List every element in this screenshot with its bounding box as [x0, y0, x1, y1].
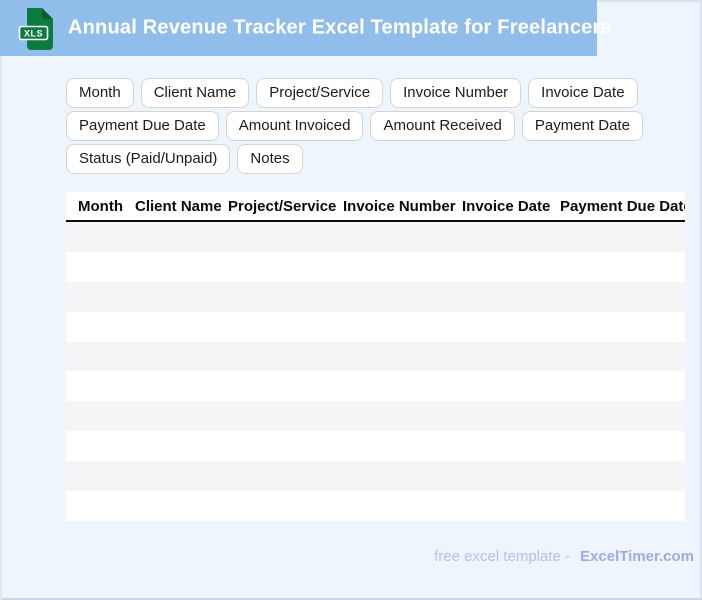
- column-header: Payment Due Date: [560, 197, 685, 215]
- column-header: Invoice Number: [343, 197, 456, 215]
- field-chip[interactable]: Invoice Number: [390, 78, 522, 108]
- field-chip[interactable]: Client Name: [140, 78, 250, 108]
- column-header: Client Name: [135, 197, 222, 215]
- table-row: [66, 341, 685, 372]
- table-row: [66, 401, 685, 432]
- xls-icon-label: XLS: [24, 29, 43, 39]
- table-row: [66, 281, 685, 312]
- table-row: [66, 311, 685, 342]
- spreadsheet-preview: Month Client Name Project/Service Invoice N…: [66, 192, 685, 521]
- brand-link[interactable]: ExcelTimer.com: [580, 548, 694, 565]
- table-row: [66, 431, 685, 462]
- field-chip[interactable]: Amount Invoiced: [225, 111, 364, 141]
- field-chip[interactable]: Status (Paid/Unpaid): [66, 144, 231, 174]
- column-header: Invoice Date: [462, 197, 551, 215]
- field-chip[interactable]: Payment Due Date: [66, 111, 219, 141]
- field-chip[interactable]: Project/Service: [256, 78, 384, 108]
- field-chip[interactable]: Month: [66, 78, 134, 108]
- table-row: [66, 222, 685, 252]
- page-border-top: [597, 0, 702, 2]
- page-border-left: [0, 56, 2, 600]
- column-header: Month: [78, 197, 123, 215]
- table-row: [66, 461, 685, 492]
- field-chip[interactable]: Invoice Date: [528, 78, 638, 108]
- table-header-row: Month Client Name Project/Service Invoice N…: [66, 192, 685, 222]
- page: XLS Annual Revenue Tracker Excel Templat…: [0, 0, 702, 600]
- table-row: [66, 251, 685, 282]
- table-row: [66, 371, 685, 402]
- field-chips: Month Client Name Project/Service Invoice N…: [66, 78, 682, 174]
- field-chip[interactable]: Notes: [237, 144, 303, 174]
- field-chip[interactable]: Payment Date: [521, 111, 643, 141]
- xls-file-icon: XLS: [18, 8, 53, 50]
- column-header: Project/Service: [228, 197, 337, 215]
- field-chip[interactable]: Amount Received: [370, 111, 515, 141]
- footer-credit: free excel template - ExcelTimer.com: [434, 548, 694, 565]
- table-body: [66, 222, 685, 521]
- footer-text: free excel template -: [434, 548, 571, 565]
- table-row: [66, 491, 685, 521]
- header-bar: XLS Annual Revenue Tracker Excel Templat…: [0, 0, 612, 56]
- page-title: Annual Revenue Tracker Excel Template fo…: [68, 16, 612, 39]
